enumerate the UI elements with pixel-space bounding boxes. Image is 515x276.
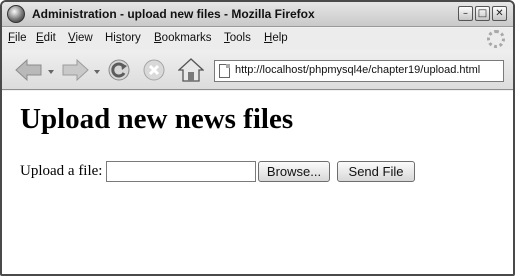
- page-title: Upload new news files: [20, 103, 294, 135]
- back-history-dropdown-icon[interactable]: [48, 70, 54, 74]
- navigation-toolbar: http://localhost/phpmysql4e/chapter19/up…: [2, 50, 513, 90]
- close-button[interactable]: ✕: [492, 6, 507, 21]
- menu-help[interactable]: Help: [264, 32, 288, 44]
- menu-edit[interactable]: Edit: [36, 32, 56, 44]
- menu-view[interactable]: View: [68, 32, 93, 44]
- menu-bookmarks[interactable]: Bookmarks: [154, 32, 212, 44]
- address-bar[interactable]: http://localhost/phpmysql4e/chapter19/up…: [214, 60, 504, 82]
- forward-icon[interactable]: [60, 58, 90, 82]
- maximize-button[interactable]: □: [475, 6, 490, 21]
- menu-bar: File Edit View History Bookmarks Tools H…: [2, 28, 513, 50]
- stop-icon[interactable]: [142, 58, 166, 82]
- browser-window: Administration - upload new files - Mozi…: [0, 0, 515, 276]
- page-icon: [219, 64, 230, 78]
- browse-button[interactable]: Browse...: [258, 161, 330, 182]
- menu-history[interactable]: History: [105, 32, 141, 44]
- menu-file[interactable]: File: [8, 32, 27, 44]
- upload-label: Upload a file:: [20, 163, 103, 179]
- address-url[interactable]: http://localhost/phpmysql4e/chapter19/up…: [235, 64, 480, 76]
- page-content: Upload new news files Upload a file: Bro…: [2, 91, 513, 274]
- activity-throbber-icon: [487, 30, 505, 48]
- minimize-button[interactable]: –: [458, 6, 473, 21]
- send-file-button[interactable]: Send File: [337, 161, 415, 182]
- menu-tools[interactable]: Tools: [224, 32, 251, 44]
- forward-history-dropdown-icon[interactable]: [94, 70, 100, 74]
- file-path-input[interactable]: [106, 161, 256, 182]
- home-icon[interactable]: [178, 57, 204, 83]
- back-icon[interactable]: [14, 58, 44, 82]
- firefox-logo-icon: [7, 5, 25, 23]
- reload-icon[interactable]: [107, 58, 131, 82]
- title-bar: Administration - upload new files - Mozi…: [2, 2, 513, 27]
- window-title: Administration - upload new files - Mozi…: [32, 7, 315, 21]
